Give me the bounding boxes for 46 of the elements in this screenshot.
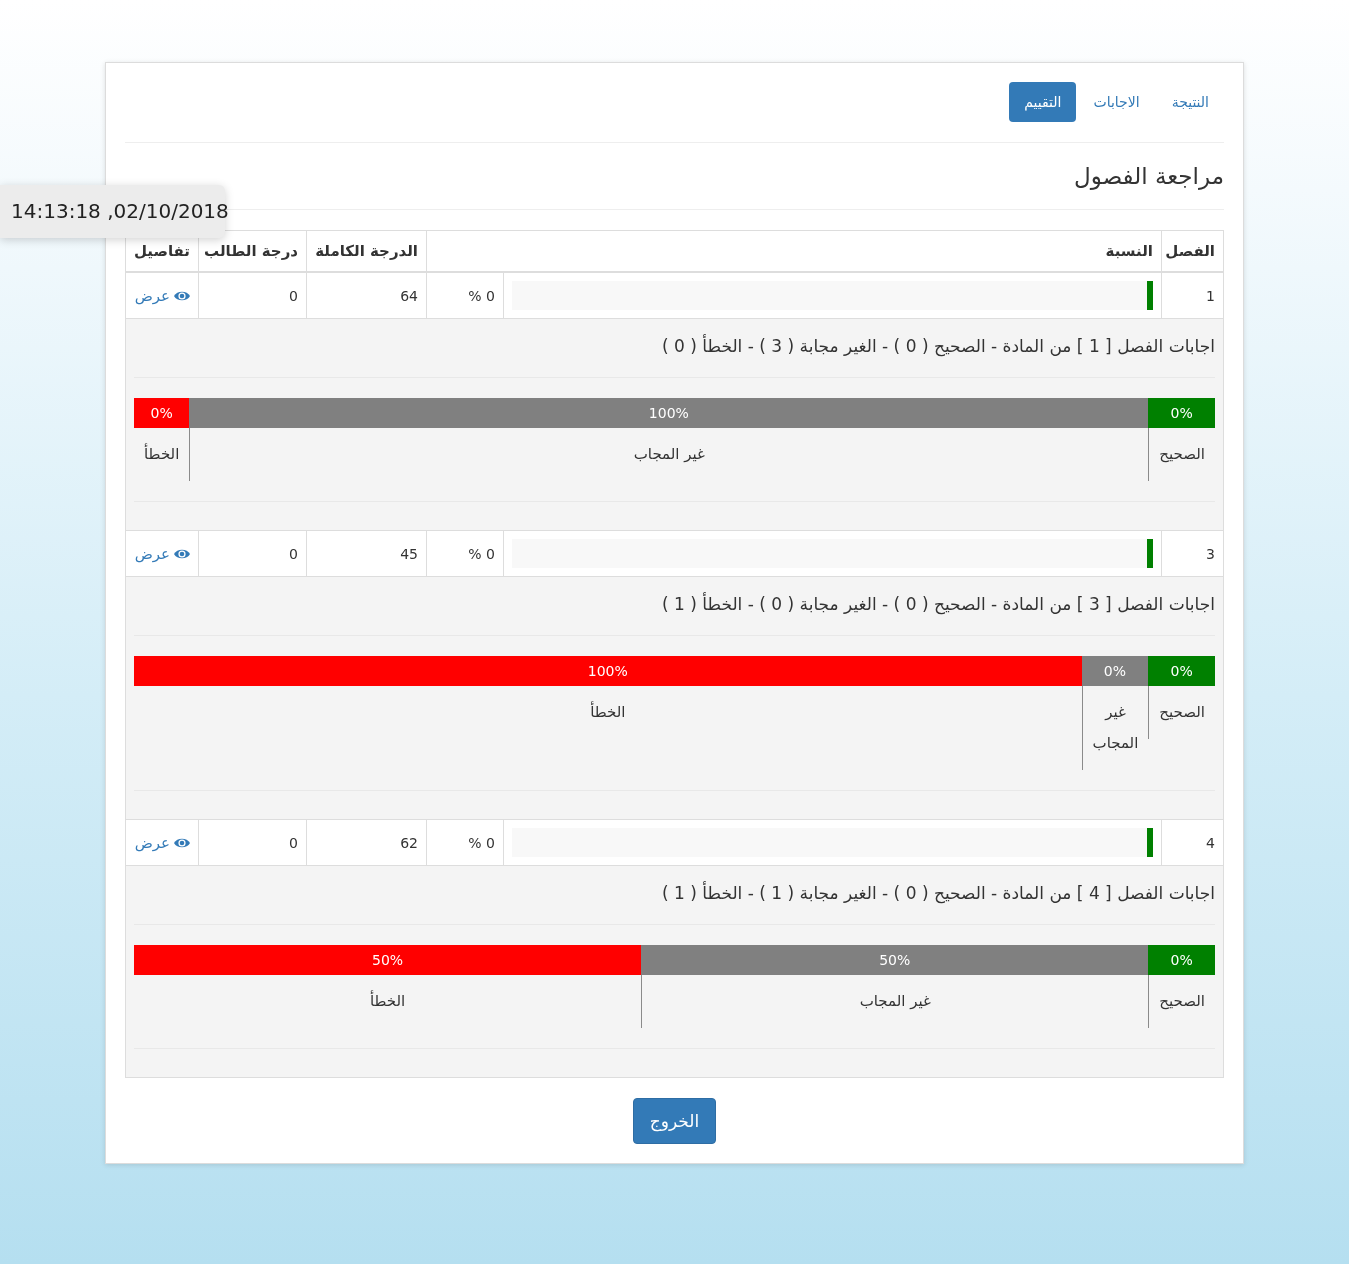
- summary-text: اجابات الفصل [ 1 ] من المادة - الصحيح ( 0 ) - الغير مجابة ( 3 ) - الخطأ ( 0 ): [662, 333, 1215, 359]
- bar-segment: 0%: [1081, 656, 1149, 686]
- tab[interactable]: الاجابات: [1078, 82, 1155, 122]
- table-cell: 3: [1161, 530, 1224, 577]
- bar-segment: 100%: [189, 398, 1149, 428]
- column-header: تفاصيل: [133, 242, 190, 260]
- segment-label: الصحيح: [1159, 444, 1205, 465]
- column-header: النسبة: [1105, 242, 1153, 260]
- eye-icon: [174, 836, 190, 849]
- table-cell: % 0: [426, 530, 504, 577]
- table-cell: 0: [198, 819, 307, 866]
- bar-segment: 100%: [134, 656, 1082, 686]
- bar-segment: 50%: [641, 945, 1149, 975]
- column-header: درجة الطالب: [204, 242, 298, 260]
- tab[interactable]: النتيجة: [1156, 82, 1224, 122]
- segment-label: غير المجاب: [1092, 702, 1139, 754]
- exit-button[interactable]: الخروج: [632, 1098, 717, 1144]
- table-cell: 45: [306, 530, 427, 577]
- segment-label: الصحيح: [1159, 702, 1205, 723]
- bar-segment: 0%: [1148, 398, 1215, 428]
- segment-label: الخطأ: [590, 700, 626, 723]
- table-cell: 0: [198, 530, 307, 577]
- bar-segment: 0%: [1148, 945, 1215, 975]
- segment-label: غير المجاب: [633, 444, 705, 465]
- segment-label: غير المجاب: [859, 991, 931, 1012]
- table-cell: % 0: [426, 272, 504, 319]
- tab[interactable]: التقييم: [1009, 82, 1077, 122]
- segment-label: الصحيح: [1159, 991, 1205, 1012]
- segment-label: الخطأ: [369, 989, 406, 1012]
- table-cell: 64: [306, 272, 427, 319]
- column-header: الدرجة الكاملة: [315, 242, 418, 260]
- table-cell: 0: [198, 272, 307, 319]
- bar-segment: 0%: [134, 398, 190, 428]
- table-cell: 62: [306, 819, 427, 866]
- segment-label: الخطأ: [144, 442, 180, 465]
- column-header: الفصل: [1165, 242, 1215, 260]
- eye-icon: [174, 547, 190, 560]
- table-cell: 4: [1161, 819, 1224, 866]
- summary-text: اجابات الفصل [ 3 ] من المادة - الصحيح ( 0 ) - الغير مجابة ( 0 ) - الخطأ ( 1 ): [662, 591, 1215, 617]
- page-title: مراجعة الفصول: [1074, 163, 1224, 189]
- table-cell: % 0: [426, 819, 504, 866]
- summary-text: اجابات الفصل [ 4 ] من المادة - الصحيح ( 0 ) - الغير مجابة ( 1 ) - الخطأ ( 1 ): [662, 880, 1215, 906]
- eye-icon: [174, 289, 190, 302]
- table-cell: 1: [1161, 272, 1224, 319]
- bar-segment: 0%: [1148, 656, 1215, 686]
- bar-segment: 50%: [134, 945, 642, 975]
